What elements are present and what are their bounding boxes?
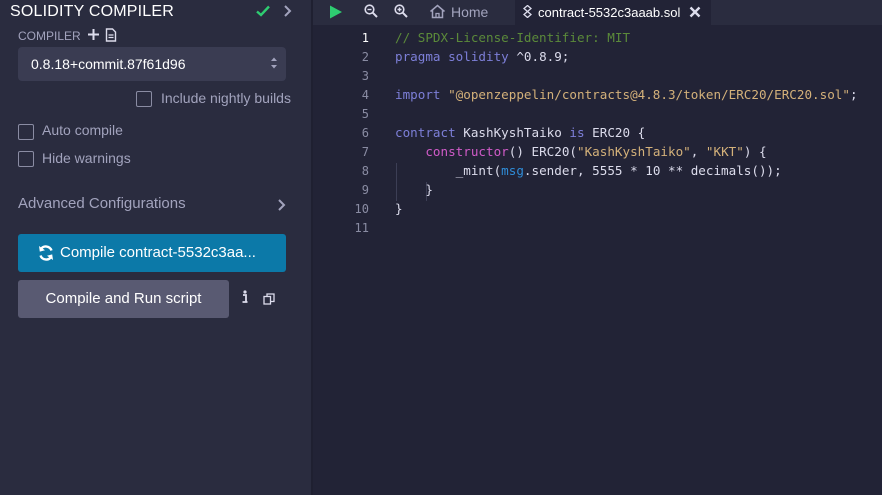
run-play-icon[interactable] <box>328 4 344 25</box>
code-line-4: import "@openzeppelin/contracts@4.8.3/to… <box>395 87 858 106</box>
code-text: , <box>690 144 706 159</box>
code-string: "@openzeppelin/contracts@4.8.3/token/ERC… <box>448 87 850 102</box>
line-number: 9 <box>361 183 369 197</box>
zoom-in-icon[interactable] <box>394 4 408 23</box>
code-comment: // SPDX-License-Identifier: MIT <box>395 30 631 45</box>
compiler-panel: SOLIDITY COMPILER COMPILER 0.8.18+commit… <box>0 0 311 495</box>
line-number: 11 <box>354 221 369 235</box>
compile-and-run-button[interactable]: Compile and Run script <box>18 280 229 318</box>
code-line-8: _mint(msg.sender, 5555 * 10 ** decimals(… <box>395 163 782 182</box>
code-line-10: } <box>395 201 403 220</box>
auto-compile-label: Auto compile <box>42 122 123 138</box>
code-text: .sender, 5555 * 10 ** decimals()); <box>523 163 782 178</box>
auto-compile-checkbox[interactable] <box>18 124 34 140</box>
code-string: "KashKyshTaiko" <box>577 144 691 159</box>
solidity-file-icon <box>523 4 532 23</box>
line-number: 1 <box>361 31 369 45</box>
code-keyword: is <box>569 125 585 140</box>
tab-home[interactable]: Home <box>420 0 515 25</box>
code-keyword: pragma solidity <box>395 49 509 64</box>
code-line-1: // SPDX-License-Identifier: MIT <box>395 30 630 49</box>
code-line-6: contract KashKyshTaiko is ERC20 { <box>395 125 645 144</box>
line-number: 10 <box>354 202 369 216</box>
compiler-version-select[interactable]: 0.8.18+commit.87f61d96 <box>18 47 286 81</box>
line-number: 5 <box>361 107 369 121</box>
advanced-configurations-toggle[interactable]: Advanced Configurations <box>18 195 186 212</box>
line-number: 2 <box>361 50 369 64</box>
code-line-7: constructor() ERC20("KashKyshTaiko", "KK… <box>395 144 767 163</box>
code-keyword: contract <box>395 125 456 140</box>
line-number: 3 <box>361 69 369 83</box>
tab-home-label: Home <box>451 4 489 20</box>
line-number: 7 <box>361 145 369 159</box>
tab-contract-label: contract-5532c3aaab.sol <box>538 5 681 20</box>
code-builtin: msg <box>501 163 524 178</box>
file-icon[interactable] <box>105 28 117 47</box>
include-nightly-label: Include nightly builds <box>161 90 291 106</box>
select-arrows-icon <box>270 56 278 75</box>
chevron-right-icon[interactable] <box>283 4 293 23</box>
code-text: ^0.8.9; <box>508 49 570 64</box>
code-text: ) { <box>743 144 767 159</box>
check-icon <box>255 3 271 24</box>
info-icon[interactable] <box>241 290 249 309</box>
code-text: } <box>395 201 403 216</box>
code-line-9: } <box>395 182 433 201</box>
hide-warnings-checkbox[interactable] <box>18 151 34 167</box>
line-number-gutter: 1 2 3 4 5 6 7 8 9 10 11 <box>313 25 381 495</box>
line-number: 6 <box>361 126 369 140</box>
refresh-icon <box>37 244 55 267</box>
line-number: 4 <box>361 88 369 102</box>
code-function: constructor <box>425 144 509 159</box>
close-icon[interactable] <box>689 5 701 23</box>
code-string: "KKT" <box>705 144 744 159</box>
compiler-label: COMPILER <box>18 29 81 43</box>
code-text: ; <box>849 87 858 102</box>
copy-icon[interactable] <box>263 292 275 310</box>
code-text: KashKyshTaiko <box>455 125 570 140</box>
compile-and-run-label: Compile and Run script <box>45 290 202 307</box>
hide-warnings-label: Hide warnings <box>42 150 131 166</box>
panel-title: SOLIDITY COMPILER <box>10 3 175 20</box>
compile-button-label: Compile contract-5532c3aa... <box>60 244 256 261</box>
home-icon <box>429 4 446 24</box>
code-text: } <box>425 182 433 197</box>
compiler-version-value: 0.8.18+commit.87f61d96 <box>31 56 186 72</box>
code-text: ERC20 { <box>584 125 646 140</box>
zoom-out-icon[interactable] <box>364 4 378 23</box>
code-keyword: import <box>395 87 441 102</box>
include-nightly-checkbox[interactable] <box>136 91 152 107</box>
code-editor[interactable]: // SPDX-License-Identifier: MIT pragma s… <box>395 25 858 310</box>
tab-contract[interactable]: contract-5532c3aaab.sol <box>515 0 711 25</box>
add-compiler-icon[interactable] <box>87 28 100 46</box>
chevron-right-icon[interactable] <box>277 198 287 217</box>
compile-button[interactable]: Compile contract-5532c3aa... <box>18 234 286 272</box>
code-text: () ERC20( <box>508 144 577 159</box>
line-number: 8 <box>361 164 369 178</box>
code-line-2: pragma solidity ^0.8.9; <box>395 49 569 68</box>
code-text: _mint( <box>455 163 502 178</box>
